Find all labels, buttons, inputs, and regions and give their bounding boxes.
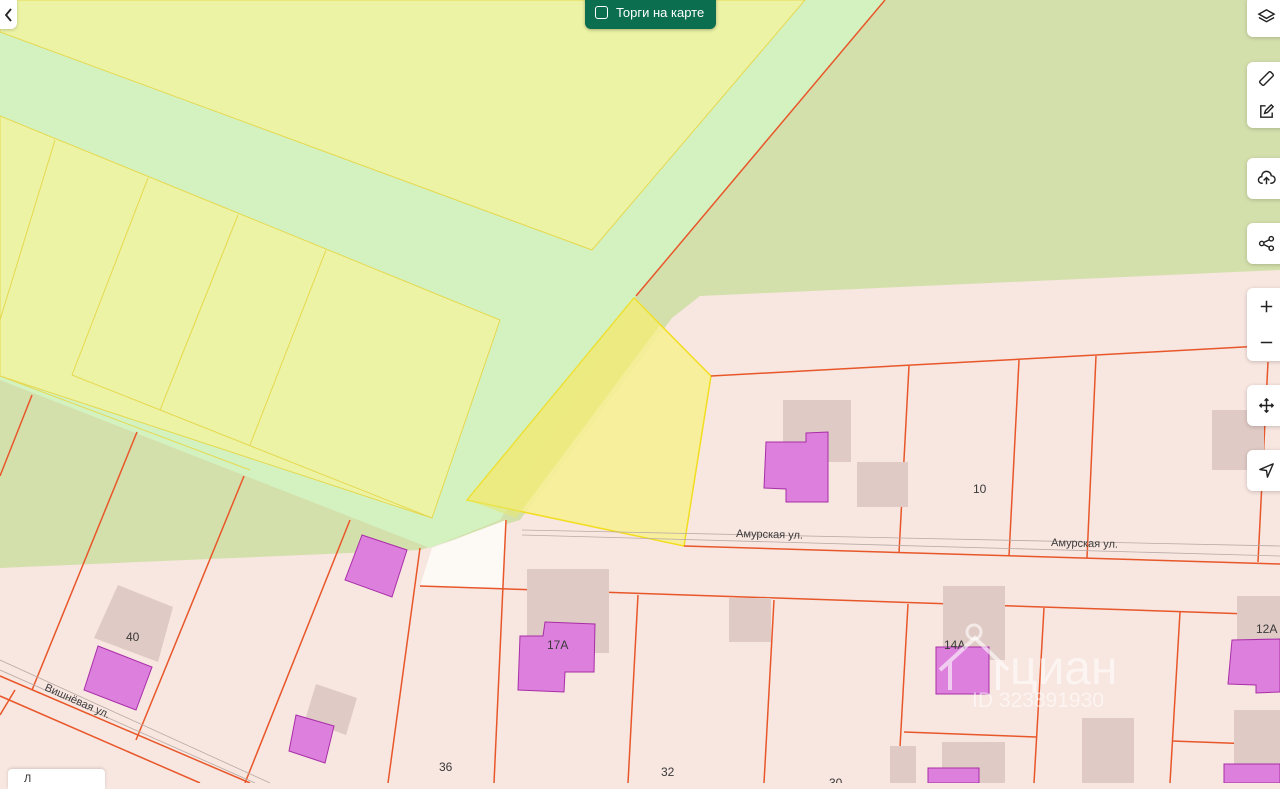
checkbox[interactable]	[595, 6, 608, 19]
auction-map-toggle[interactable]: Торги на карте	[585, 0, 717, 29]
zoom-out-icon	[1260, 341, 1273, 343]
house-number-32: 32	[661, 765, 675, 779]
share-icon	[1258, 235, 1275, 252]
chevron-left-icon	[4, 7, 12, 22]
street-label-amurskaya-2: Амурская ул.	[1051, 537, 1118, 551]
building-6	[935, 646, 990, 695]
building-8	[927, 767, 980, 783]
upload-button[interactable]	[1247, 158, 1280, 199]
street-label-amurskaya-1: Амурская ул.	[736, 528, 803, 542]
layers-control[interactable]	[1247, 0, 1280, 37]
cadastral-map[interactable]: Амурская ул. Амурская ул. Вишнёвая ул. 1…	[0, 0, 1280, 783]
zoom-in-button[interactable]	[1247, 288, 1280, 324]
upload-control[interactable]	[1247, 158, 1280, 199]
ruler-icon	[1258, 70, 1275, 87]
edit-button[interactable]	[1247, 95, 1280, 128]
layers-button[interactable]	[1247, 0, 1280, 37]
house-number-17a: 17А	[547, 638, 568, 652]
house-number-12a: 12А	[1256, 622, 1277, 636]
building-9	[1223, 763, 1280, 783]
house-number-36: 36	[439, 760, 453, 774]
zoom-out-button[interactable]	[1247, 324, 1280, 360]
locate-icon	[1259, 463, 1274, 478]
auction-map-toggle-label: Торги на карте	[616, 5, 705, 20]
edit-icon	[1260, 103, 1275, 118]
locate-button[interactable]	[1247, 450, 1280, 491]
share-button[interactable]	[1247, 223, 1280, 264]
watermark-brand: циан	[1010, 642, 1118, 695]
cloud-upload-icon	[1257, 170, 1276, 185]
share-control[interactable]	[1247, 223, 1280, 264]
locate-control[interactable]	[1247, 450, 1280, 491]
layers-icon	[1257, 9, 1276, 23]
house-number-30: 30	[829, 776, 843, 783]
house-number-40: 40	[126, 630, 140, 644]
house-number-10: 10	[973, 482, 987, 496]
bottom-panel-tab[interactable]: Л	[8, 769, 105, 789]
move-button[interactable]	[1247, 385, 1280, 426]
watermark-id: ID 323891930	[972, 689, 1104, 712]
move-icon	[1258, 397, 1275, 414]
back-button[interactable]	[0, 0, 17, 29]
tools-control[interactable]	[1247, 62, 1280, 128]
ruler-button[interactable]	[1247, 62, 1280, 95]
bottom-panel-label: Л	[24, 773, 32, 785]
zoom-control[interactable]	[1247, 288, 1280, 361]
move-control[interactable]	[1247, 385, 1280, 426]
zoom-in-icon	[1260, 300, 1273, 312]
